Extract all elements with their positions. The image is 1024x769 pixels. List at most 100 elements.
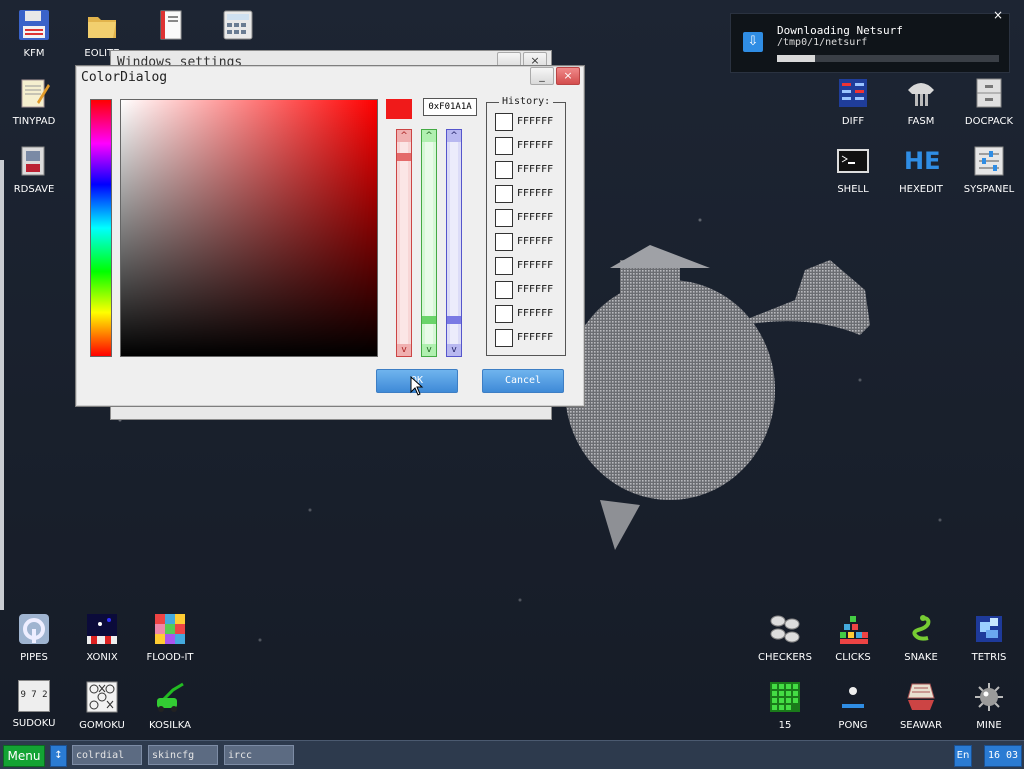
history-value: FFFFFF (517, 284, 554, 295)
language-indicator[interactable]: En (954, 745, 972, 767)
desktop-icon-label: DOCPACK (964, 116, 1014, 127)
xonix-icon (85, 612, 119, 646)
desktop-icon-shell[interactable]: SHELL (819, 144, 887, 208)
history-item[interactable]: FFFFFF (495, 281, 561, 299)
desktop-icon-gomoku[interactable]: GOMOKU (68, 680, 136, 740)
menu-button[interactable]: Menu (3, 745, 45, 767)
desktop-icon-label: SEAWAR (899, 720, 943, 731)
red-slider[interactable]: ^ v (396, 129, 412, 357)
pong-icon (836, 680, 870, 714)
blue-up-arrow[interactable]: ^ (447, 130, 461, 142)
desktop-icon-15[interactable]: 15 (751, 680, 819, 740)
hex-value-field[interactable]: 0xF01A1A (423, 98, 477, 116)
clock[interactable]: 16 03 (984, 745, 1022, 767)
history-item[interactable]: FFFFFF (495, 209, 561, 227)
history-value: FFFFFF (517, 308, 554, 319)
desktop-icon-label: RDSAVE (13, 184, 55, 195)
history-label: History: (499, 96, 554, 107)
desktop-icon-pipes[interactable]: PIPES (0, 612, 68, 676)
green-slider[interactable]: ^ v (421, 129, 437, 357)
lawnmower-icon (153, 680, 187, 714)
desktop-icon-syspanel[interactable]: SYSPANEL (955, 144, 1023, 208)
desktop-icon-label: 15 (778, 720, 792, 731)
desktop-icon-snake[interactable]: SNAKE (887, 612, 955, 676)
desktop-icon-label: CLICKS (835, 652, 871, 663)
desktop-icon-kfm[interactable]: KFM (0, 8, 68, 72)
history-item[interactable]: FFFFFF (495, 113, 561, 131)
clicks-icon (836, 612, 870, 646)
mouse-cursor-icon (410, 376, 424, 396)
desktop-icon-label: TETRIS (971, 652, 1007, 663)
desktop-icon-label: CHECKERS (758, 652, 812, 663)
task-ircc[interactable]: ircc (224, 745, 294, 765)
desktop-icon-diff[interactable]: DIFF (819, 76, 887, 140)
sudoku-icon: 9 7 2 (18, 680, 50, 712)
desktop-icon-flood-it[interactable]: FLOOD-IT (136, 612, 204, 676)
blue-down-arrow[interactable]: v (447, 344, 461, 356)
desktop-icon-mine[interactable]: MINE (955, 680, 1023, 740)
red-slider-thumb[interactable] (397, 153, 411, 162)
hue-bar[interactable] (90, 99, 112, 357)
desktop-icon-sudoku[interactable]: 9 7 2 SUDOKU (0, 680, 68, 740)
green-slider-thumb[interactable] (422, 316, 436, 325)
minimize-button[interactable]: _ (530, 67, 554, 85)
blue-slider-thumb[interactable] (447, 316, 461, 325)
desktop-icon-xonix[interactable]: XONIX (68, 612, 136, 676)
red-up-arrow[interactable]: ^ (397, 130, 411, 142)
desktop-icon-label: KFM (23, 48, 45, 59)
task-colrdial[interactable]: colrdial (72, 745, 142, 765)
history-value: FFFFFF (517, 116, 554, 127)
notification-path: /tmp0/1/netsurf (777, 37, 868, 48)
diff-icon (836, 76, 870, 110)
desktop-icon-tinypad[interactable]: TINYPAD (0, 76, 68, 140)
desktop-icon-rdsave[interactable]: RDSAVE (0, 144, 68, 208)
disk-save-icon (17, 144, 51, 178)
floppy-icon (17, 8, 51, 42)
history-swatch (495, 233, 513, 251)
notification-close-icon[interactable]: × (993, 8, 1003, 22)
cancel-button[interactable]: Cancel (482, 369, 564, 393)
desktop-icon-label: GOMOKU (79, 720, 125, 731)
blue-slider[interactable]: ^ v (446, 129, 462, 357)
green-up-arrow[interactable]: ^ (422, 130, 436, 142)
desktop-icon-hexedit[interactable]: HE HEXEDIT (887, 144, 955, 208)
history-item[interactable]: FFFFFF (495, 185, 561, 203)
sliders-icon (972, 144, 1006, 178)
desktop-icon-clicks[interactable]: CLICKS (819, 612, 887, 676)
history-item[interactable]: FFFFFF (495, 161, 561, 179)
color-dialog-window[interactable]: ColorDialog _ × 0xF01A1A ^ v ^ v ^ v His… (75, 65, 585, 407)
history-item[interactable]: FFFFFF (495, 329, 561, 347)
desktop-icon-label: PIPES (20, 652, 48, 663)
checkers-icon (768, 612, 802, 646)
desktop-icon-fasm[interactable]: FASM (887, 76, 955, 140)
desktop-icon-tetris[interactable]: TETRIS (955, 612, 1023, 676)
green-down-arrow[interactable]: v (422, 344, 436, 356)
history-swatch (495, 329, 513, 347)
red-down-arrow[interactable]: v (397, 344, 411, 356)
green-slider-track (425, 142, 433, 344)
close-button[interactable]: × (556, 67, 580, 85)
fasm-icon (904, 76, 938, 110)
desktop-icon-label: SUDOKU (12, 718, 56, 729)
taskbar: Menu ↕ colrdial skincfg ircc En 16 03 (0, 740, 1024, 769)
desktop-icon-kosilka[interactable]: KOSILKA (136, 680, 204, 740)
sudoku-glyph: 9 7 2 (20, 690, 48, 700)
desktop-icon-checkers[interactable]: CHECKERS (751, 612, 819, 676)
desktop-icon-label: TINYPAD (12, 116, 56, 127)
desktop-icon-seawar[interactable]: SEAWAR (887, 680, 955, 740)
history-item[interactable]: FFFFFF (495, 257, 561, 275)
history-item[interactable]: FFFFFF (495, 233, 561, 251)
history-item[interactable]: FFFFFF (495, 305, 561, 323)
wallpaper-planet (565, 245, 870, 550)
seawar-icon (904, 680, 938, 714)
window-switch-button[interactable]: ↕ (50, 745, 67, 767)
download-notification[interactable]: ⇩ Downloading Netsurf /tmp0/1/netsurf × (730, 8, 1010, 73)
history-value: FFFFFF (517, 164, 554, 175)
history-value: FFFFFF (517, 188, 554, 199)
dialog-title: ColorDialog (81, 70, 168, 85)
history-item[interactable]: FFFFFF (495, 137, 561, 155)
desktop-icon-docpack[interactable]: DOCPACK (955, 76, 1023, 140)
task-skincfg[interactable]: skincfg (148, 745, 218, 765)
saturation-value-picker[interactable] (120, 99, 378, 357)
desktop-icon-pong[interactable]: PONG (819, 680, 887, 740)
